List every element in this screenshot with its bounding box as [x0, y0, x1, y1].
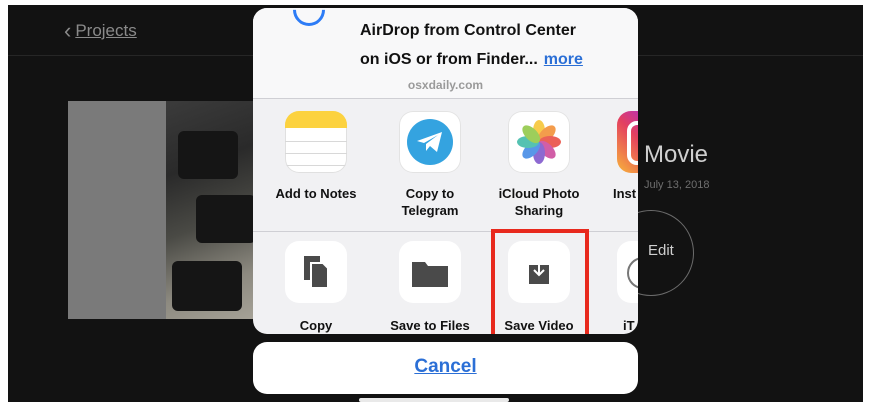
- back-button-label: Projects: [75, 21, 137, 40]
- action-label-save-to-files: Save to Files: [390, 318, 470, 333]
- project-title: Movie: [644, 141, 709, 168]
- notes-line: [285, 141, 347, 142]
- project-thumbnail-image: [166, 101, 261, 319]
- copy-icon[interactable]: [285, 241, 347, 303]
- shared-item-title-line2: on iOS or from Finder... more: [360, 51, 583, 69]
- instagram-frame: [627, 121, 638, 165]
- share-sheet: AirDrop from Control Center on iOS or fr…: [253, 8, 638, 334]
- app-label-instagram: Inst: [613, 186, 637, 201]
- home-indicator[interactable]: [359, 398, 509, 402]
- app-label-telegram: Copy to Telegram: [401, 186, 459, 218]
- action-label-copy: Copy: [299, 318, 333, 333]
- airdrop-icon: [286, 8, 332, 33]
- shared-item-title-text: on iOS or from Finder...: [360, 51, 538, 68]
- screenshot-frame: ‹ Projects Movie July 13, 2018 Edit AirD…: [0, 0, 870, 407]
- share-sheet-header: AirDrop from Control Center on iOS or fr…: [253, 8, 638, 98]
- app-label-notes: Add to Notes: [275, 186, 357, 201]
- keyboard-key: [172, 261, 242, 311]
- project-date: July 13, 2018: [644, 179, 710, 191]
- cancel-button-label: Cancel: [414, 356, 477, 377]
- shared-item-site: osxdaily.com: [407, 78, 484, 92]
- chevron-left-icon: ‹: [64, 18, 72, 43]
- phone-screen: ‹ Projects Movie July 13, 2018 Edit AirD…: [8, 5, 863, 402]
- keyboard-key: [196, 195, 256, 243]
- more-link[interactable]: more: [544, 51, 583, 68]
- header-divider: [253, 98, 638, 99]
- app-label-icloud-photo-sharing: iCloud Photo Sharing: [498, 186, 580, 218]
- back-button[interactable]: ‹ Projects: [64, 20, 137, 42]
- shared-item-title-line1: AirDrop from Control Center: [360, 22, 576, 39]
- itunes-ring: [627, 257, 638, 289]
- photos-petals-icon: [517, 120, 561, 164]
- edit-button-label: Edit: [648, 242, 674, 259]
- notes-header-band: [285, 111, 347, 128]
- paper-plane-icon: [417, 132, 442, 152]
- notes-line: [285, 153, 347, 154]
- cancel-button[interactable]: Cancel: [253, 342, 638, 394]
- instagram-icon[interactable]: [617, 111, 638, 173]
- notes-icon[interactable]: [285, 111, 347, 173]
- save-video-highlight: [491, 229, 589, 334]
- folder-icon[interactable]: [399, 241, 461, 303]
- copy-glyph: [304, 256, 329, 289]
- keyboard-key: [178, 131, 238, 179]
- notes-line: [285, 165, 347, 166]
- telegram-icon[interactable]: [399, 111, 461, 173]
- project-thumbnail-placeholder: [68, 101, 166, 319]
- photos-icon[interactable]: [508, 111, 570, 173]
- action-label-itunes: iT: [623, 318, 635, 333]
- folder-glyph: [412, 262, 448, 287]
- itunes-icon[interactable]: [617, 241, 638, 303]
